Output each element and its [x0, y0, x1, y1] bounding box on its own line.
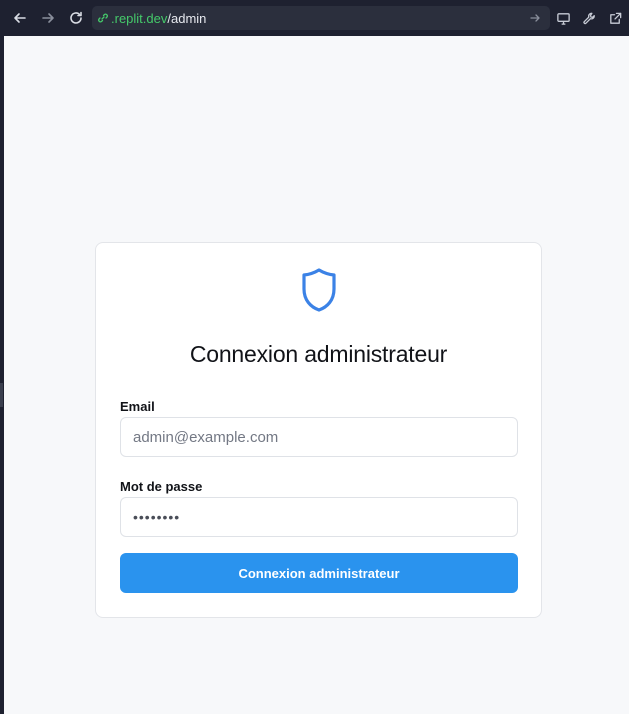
login-card: Connexion administrateur Email admin@exa…: [95, 242, 542, 618]
url-host: .replit.dev: [111, 10, 168, 26]
shield-icon: [300, 266, 338, 314]
link-icon: [97, 12, 109, 24]
monitor-icon[interactable]: [553, 8, 573, 28]
login-button[interactable]: Connexion administrateur: [120, 553, 518, 593]
forward-icon[interactable]: [34, 4, 62, 32]
reload-icon[interactable]: [62, 4, 90, 32]
external-link-icon[interactable]: [605, 8, 625, 28]
password-field[interactable]: ••••••••: [120, 497, 518, 537]
go-icon[interactable]: [528, 11, 542, 25]
password-label: Mot de passe: [120, 479, 203, 494]
wrench-icon[interactable]: [579, 8, 599, 28]
password-value: ••••••••: [133, 509, 181, 525]
browser-tools: [553, 8, 629, 28]
back-icon[interactable]: [6, 4, 34, 32]
address-bar[interactable]: .replit.dev/admin: [92, 6, 550, 30]
email-placeholder: admin@example.com: [133, 428, 279, 446]
email-label: Email: [120, 399, 155, 414]
page-title: Connexion administrateur: [189, 341, 448, 367]
page-content: Connexion administrateur Email admin@exa…: [4, 36, 629, 714]
url-path: /admin: [167, 10, 207, 26]
email-field[interactable]: admin@example.com: [120, 417, 518, 457]
panel-handle[interactable]: [0, 383, 3, 407]
browser-toolbar: .replit.dev/admin: [0, 0, 629, 36]
